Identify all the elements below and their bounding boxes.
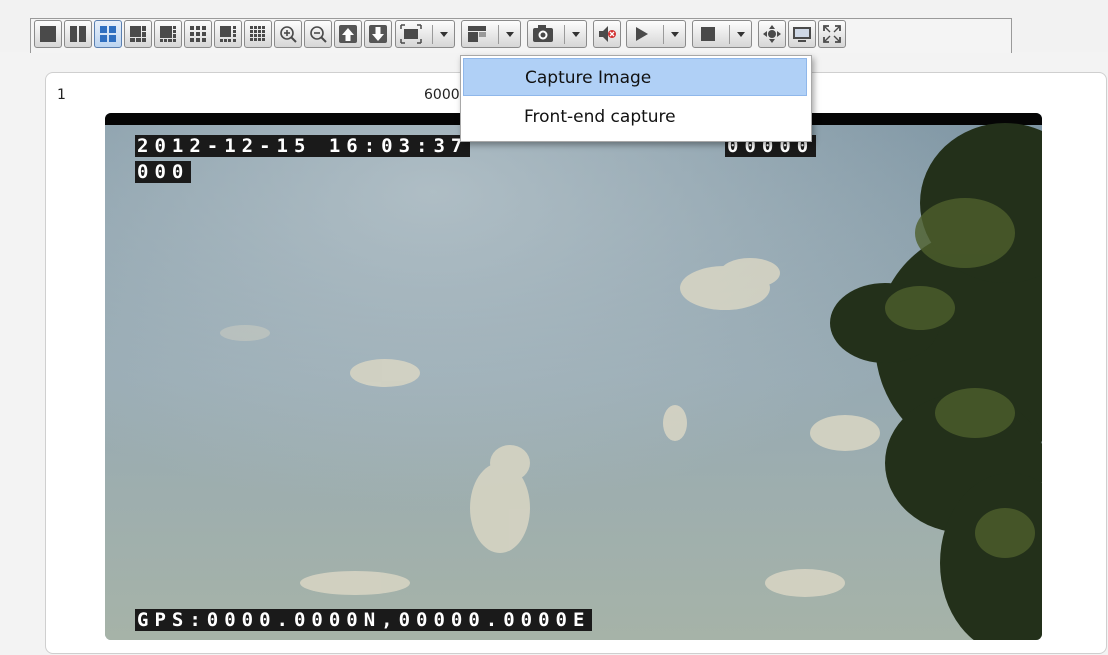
stop-icon: [701, 27, 715, 41]
play-button[interactable]: [626, 20, 686, 48]
panel-index: 1: [57, 87, 66, 103]
fit-window-icon: [400, 24, 422, 44]
video-view[interactable]: 2012-12-15 16:03:37 00000 000 GPS:0000.0…: [105, 113, 1042, 640]
split-separator: [729, 25, 730, 44]
ptz-icon[interactable]: [758, 20, 786, 48]
video-frame-image: [105, 113, 1042, 640]
menu-item-front-end-capture[interactable]: Front-end capture: [463, 98, 807, 136]
panel-title: 6000: [424, 87, 460, 103]
layout-10-icon[interactable]: [214, 20, 242, 48]
chevron-down-icon[interactable]: [506, 32, 514, 37]
page-up-icon[interactable]: [334, 20, 362, 48]
split-separator: [432, 25, 433, 44]
speaker-mute-icon[interactable]: [593, 20, 621, 48]
chevron-down-icon[interactable]: [572, 32, 580, 37]
chevron-down-icon[interactable]: [737, 32, 745, 37]
chevron-down-icon[interactable]: [671, 32, 679, 37]
split-separator: [564, 25, 565, 44]
osd-datetime: 2012-12-15 16:03:37: [135, 135, 471, 157]
layout-16-icon[interactable]: [244, 20, 272, 48]
chevron-down-icon[interactable]: [440, 32, 448, 37]
split-separator: [663, 25, 664, 44]
layout-1-icon[interactable]: [34, 20, 62, 48]
layout-8-icon[interactable]: [154, 20, 182, 48]
zoom-out-icon[interactable]: [304, 20, 332, 48]
fit-window-button[interactable]: [395, 20, 455, 48]
osd-gps: GPS:0000.0000N,00000.0000E: [135, 609, 593, 631]
page-down-icon[interactable]: [364, 20, 392, 48]
layout-2-icon[interactable]: [64, 20, 92, 48]
toolbar: [0, 0, 1108, 53]
capture-dropdown-menu: Capture Image Front-end capture: [460, 55, 812, 142]
stop-button[interactable]: [692, 20, 752, 48]
capture-camera-icon: [533, 25, 553, 42]
layout-6-icon[interactable]: [124, 20, 152, 48]
layout-4-icon[interactable]: [94, 20, 122, 48]
osd-channel: 000: [135, 161, 192, 183]
menu-item-capture-image[interactable]: Capture Image: [463, 58, 807, 96]
capture-button[interactable]: [527, 20, 587, 48]
play-icon: [636, 27, 648, 41]
split-separator: [498, 25, 499, 44]
window-mode-icon: [468, 26, 486, 42]
layout-9-icon[interactable]: [184, 20, 212, 48]
fullscreen-icon[interactable]: [818, 20, 846, 48]
zoom-in-icon[interactable]: [274, 20, 302, 48]
window-mode-button[interactable]: [461, 20, 521, 48]
monitor-icon[interactable]: [788, 20, 816, 48]
